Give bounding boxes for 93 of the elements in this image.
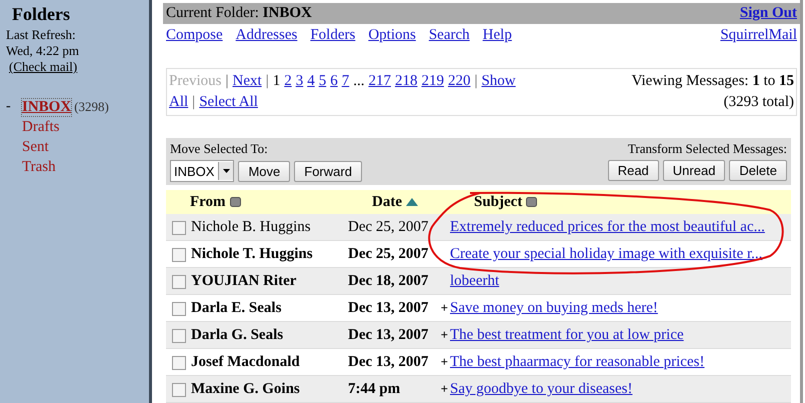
message-row[interactable]: Maxine G. Goins 7:44 pm +Say goodbye to your diseases! xyxy=(166,376,791,403)
subject-link[interactable]: lobeerht xyxy=(450,273,500,289)
date-text: Dec 25, 2007 xyxy=(348,218,428,237)
message-row[interactable]: Nichole B. Huggins Dec 25, 2007 Extremely reduced prices for the most beautiful ac... xyxy=(166,214,791,241)
nav-link[interactable]: Compose xyxy=(166,27,223,46)
separator-text: | xyxy=(192,93,196,112)
subject-link[interactable]: Save money on buying meds here! xyxy=(450,300,658,316)
sidebar-title: Folders xyxy=(11,4,71,25)
transform-label: Transform Selected Messages: xyxy=(628,141,787,157)
sender-text: Josef Macdonald xyxy=(191,353,300,372)
sender-text: Nichole B. Huggins xyxy=(191,218,311,237)
nav-link[interactable]: Search xyxy=(428,27,470,46)
ellipsis-text: ... xyxy=(353,72,364,91)
move-button[interactable]: Move xyxy=(238,160,290,182)
sort-icon[interactable] xyxy=(230,197,241,207)
sender-text: YOUJIAN Riter xyxy=(191,272,296,291)
flag-text: + xyxy=(440,380,448,398)
separator-text: | xyxy=(266,72,269,91)
total-count: (3293 total) xyxy=(724,93,794,112)
row-checkbox[interactable] xyxy=(172,356,186,370)
subject-link[interactable]: Create your special holiday image with exquisite r... xyxy=(450,246,762,262)
page-link[interactable]: Show xyxy=(481,71,516,92)
subject-link[interactable]: Say goodbye to your diseases! xyxy=(450,381,632,397)
row-checkbox[interactable] xyxy=(172,383,186,397)
sender-text: Nichole T. Huggins xyxy=(191,245,313,264)
date-text: Dec 13, 2007 xyxy=(348,299,428,318)
transform-button[interactable]: Delete xyxy=(729,160,787,181)
brand-link[interactable]: SquirrelMail xyxy=(720,27,797,46)
message-row[interactable]: YOUJIAN Riter Dec 18, 2007 lobeerht xyxy=(166,268,791,295)
subject-link[interactable]: The best phaarmacy for reasonable prices! xyxy=(450,354,704,370)
row-checkbox[interactable] xyxy=(172,248,186,262)
page-link-disabled: Previous xyxy=(169,72,222,91)
flag-text: + xyxy=(440,353,448,371)
sender-text: Darla G. Seals xyxy=(191,326,284,345)
subject-link[interactable]: Extremely reduced prices for the most beautiful ac... xyxy=(450,219,765,235)
date-text: Dec 13, 2007 xyxy=(348,326,428,345)
folder-link[interactable]: Sent xyxy=(22,139,49,156)
dropdown-arrow-icon xyxy=(222,169,230,173)
column-header[interactable]: From xyxy=(190,194,226,210)
folder-link[interactable]: Trash xyxy=(22,159,56,176)
row-checkbox[interactable] xyxy=(172,329,186,343)
sign-out-link[interactable]: Sign Out xyxy=(740,5,797,22)
folder-link[interactable]: INBOX xyxy=(22,99,72,116)
folder-link[interactable]: Drafts xyxy=(22,119,60,136)
separator-text: | xyxy=(474,72,478,91)
page-link[interactable]: Next xyxy=(232,71,262,92)
column-header[interactable]: Subject xyxy=(474,194,522,210)
page-link[interactable]: 220 xyxy=(448,71,470,92)
row-checkbox[interactable] xyxy=(172,275,186,289)
nav-link[interactable]: Folders xyxy=(310,27,356,46)
refresh-label: Last Refresh: xyxy=(6,27,77,43)
current-page: 1 xyxy=(272,72,280,91)
message-row[interactable]: Darla G. Seals Dec 13, 2007 +The best treatment for you at low price xyxy=(166,322,791,349)
flag-text: + xyxy=(440,299,448,317)
folder-select[interactable]: INBOX xyxy=(170,160,234,182)
date-text: Dec 25, 2007 xyxy=(348,245,428,264)
column-header[interactable]: Date xyxy=(372,194,402,210)
transform-button[interactable]: Read xyxy=(608,160,659,181)
sort-ascending-icon[interactable] xyxy=(406,198,418,206)
nav-link[interactable]: Addresses xyxy=(236,27,298,46)
message-count: (3298) xyxy=(74,99,109,115)
move-label: Move Selected To: xyxy=(170,141,268,157)
sender-text: Maxine G. Goins xyxy=(191,380,300,399)
date-text: Dec 18, 2007 xyxy=(348,272,428,291)
nav-link[interactable]: Options xyxy=(368,27,416,46)
page-link[interactable]: 217 xyxy=(368,71,391,92)
page-link[interactable]: 5 xyxy=(318,71,326,92)
sender-text: Darla E. Seals xyxy=(191,299,282,318)
move-button[interactable]: Forward xyxy=(294,160,362,182)
page-link[interactable]: 218 xyxy=(394,71,418,92)
date-text: Dec 13, 2007 xyxy=(348,353,428,372)
refresh-time: Wed, 4:22 pm xyxy=(6,43,80,59)
viewing-messages-text: Viewing Messages: 1 to 15 xyxy=(632,72,794,91)
page-link[interactable]: 2 xyxy=(284,71,292,92)
sort-icon[interactable] xyxy=(526,197,538,207)
page-link[interactable]: 3 xyxy=(296,71,304,92)
page-link[interactable]: 6 xyxy=(330,71,338,92)
page-link[interactable]: 219 xyxy=(421,71,444,92)
check-mail-link[interactable]: (Check mail) xyxy=(9,59,78,74)
page-link[interactable]: All xyxy=(169,92,188,113)
tree-marker[interactable]: - xyxy=(6,99,22,179)
row-checkbox[interactable] xyxy=(172,221,186,235)
page-link[interactable]: 7 xyxy=(342,71,350,92)
date-text: 7:44 pm xyxy=(348,380,400,399)
page-link[interactable]: Select All xyxy=(199,92,258,113)
row-checkbox[interactable] xyxy=(172,302,186,316)
current-folder-text: Current Folder: INBOX xyxy=(166,5,312,22)
transform-button[interactable]: Unread xyxy=(662,160,726,181)
nav-link[interactable]: Help xyxy=(482,27,512,46)
subject-link[interactable]: The best treatment for you at low price xyxy=(450,327,684,343)
page-link[interactable]: 4 xyxy=(307,71,315,92)
flag-text: + xyxy=(440,326,448,344)
separator-text: | xyxy=(226,72,229,91)
